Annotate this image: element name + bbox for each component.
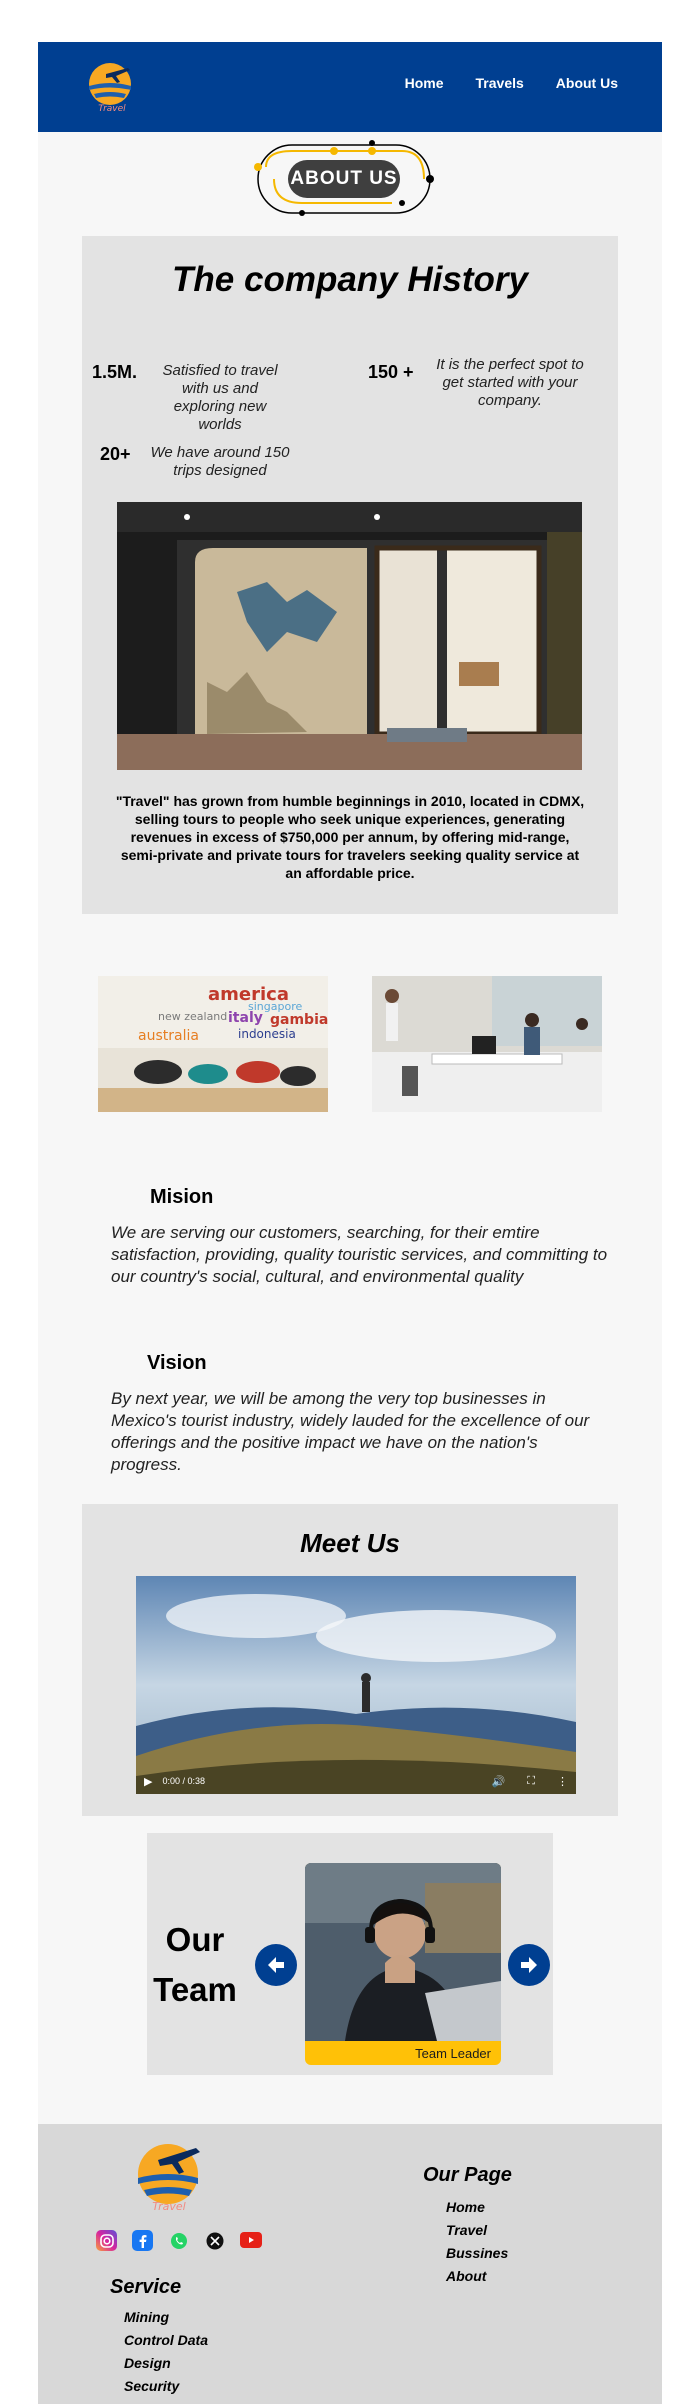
stat-text: Satisfied to travel with us and explorin…	[162, 362, 278, 433]
stat-satisfied: 1.5M. Satisfied to travel with us and ex…	[92, 362, 290, 434]
service-link-design[interactable]: Design	[124, 2352, 208, 2375]
travel-lounge-photo: america singapore new zealand italy gamb…	[98, 976, 328, 1112]
team-member-role: Team Leader	[415, 2046, 491, 2061]
x-icon[interactable]	[204, 2230, 225, 2251]
footer-link-about[interactable]: About	[446, 2265, 508, 2288]
service-links: Mining Control Data Design Security	[124, 2306, 208, 2398]
logo-text: Travel	[98, 104, 126, 114]
footer-link-home[interactable]: Home	[446, 2196, 508, 2219]
footer: Travel Our Page Home Travel Bussines Abo…	[38, 2124, 662, 2404]
about-us-label: ABOUT US	[288, 160, 400, 198]
arrow-left-icon	[268, 1957, 284, 1973]
nav-about-link[interactable]: About Us	[556, 75, 618, 91]
meet-us-section: Meet Us ▶ 0:00 / 0:38 🔊 ⛶ ⋮	[82, 1504, 618, 1816]
meet-us-title: Meet Us	[300, 1528, 400, 1558]
team-member-photo	[305, 1863, 501, 2041]
history-description: "Travel" has grown from humble beginning…	[115, 793, 585, 881]
page: Travel Home Travels About Us ABOUT US Th…	[38, 42, 662, 2404]
nav-links: Home Travels About Us	[405, 75, 618, 91]
nav-home-link[interactable]: Home	[405, 75, 444, 91]
footer-link-travel[interactable]: Travel	[446, 2219, 508, 2242]
video-player[interactable]: ▶ 0:00 / 0:38 🔊 ⛶ ⋮	[136, 1576, 576, 1794]
service-link-control-data[interactable]: Control Data	[124, 2329, 208, 2352]
footer-travel-logo[interactable]: Travel	[134, 2140, 204, 2214]
team-title-line2: Team	[153, 1971, 237, 2008]
team-title: Our Team	[147, 1915, 243, 2015]
social-links	[96, 2230, 262, 2251]
more-options-icon[interactable]: ⋮	[557, 1775, 568, 1788]
instagram-icon[interactable]	[96, 2230, 117, 2251]
vision-title: Vision	[147, 1352, 207, 1374]
office-storefront-photo	[117, 502, 582, 770]
our-team-section: Our Team Team Leader	[147, 1833, 553, 2075]
service-link-security[interactable]: Security	[124, 2375, 208, 2398]
svg-text:italy: italy	[228, 1010, 263, 1026]
nav-travels-link[interactable]: Travels	[476, 75, 524, 91]
office-workspace-photo	[372, 976, 602, 1112]
history-title: The company History	[172, 260, 528, 299]
top-navbar: Travel Home Travels About Us	[38, 42, 662, 132]
footer-link-bussines[interactable]: Bussines	[446, 2242, 508, 2265]
service-title: Service	[110, 2276, 182, 2298]
next-member-button[interactable]	[508, 1944, 550, 1986]
service-link-mining[interactable]: Mining	[124, 2306, 208, 2329]
video-controls: ▶ 0:00 / 0:38 🔊 ⛶ ⋮	[136, 1768, 576, 1794]
mission-title: Mision	[150, 1186, 214, 1208]
stat-text: It is the perfect spot to get started wi…	[436, 356, 584, 409]
fullscreen-icon[interactable]: ⛶	[527, 1775, 535, 1788]
arrow-right-icon	[521, 1957, 537, 1973]
our-page-title: Our Page	[423, 2164, 512, 2186]
facebook-icon[interactable]	[132, 2230, 153, 2251]
whatsapp-icon[interactable]	[168, 2230, 189, 2251]
footer-logo-text: Travel	[152, 2200, 185, 2213]
mission-text: We are serving our customers, searching,…	[111, 1223, 608, 1286]
svg-text:australia: australia	[138, 1028, 199, 1044]
team-title-line1: Our	[165, 1921, 225, 1958]
video-time: 0:00 / 0:38	[162, 1776, 206, 1786]
company-history-section: The company History 1.5M. Satisfied to t…	[82, 236, 618, 914]
svg-text:gambia: gambia	[270, 1012, 328, 1028]
prev-member-button[interactable]	[255, 1944, 297, 1986]
our-page-links: Home Travel Bussines About	[446, 2196, 508, 2288]
youtube-icon[interactable]	[240, 2232, 262, 2248]
vision-text: By next year, we will be among the very …	[111, 1389, 590, 1474]
stat-text: We have around 150 trips designed	[150, 444, 290, 479]
stat-company: 150 + It is the perfect spot to get star…	[368, 356, 594, 410]
about-us-badge: ABOUT US	[252, 139, 436, 219]
stat-number: 1.5M.	[92, 362, 138, 382]
svg-text:indonesia: indonesia	[238, 1027, 296, 1041]
stat-number: 20+	[100, 444, 131, 464]
volume-icon[interactable]: 🔊	[492, 1775, 506, 1788]
travel-logo[interactable]: Travel	[86, 60, 138, 114]
stat-trips: 20+ We have around 150 trips designed	[100, 444, 290, 480]
team-member-card[interactable]: Team Leader	[305, 1863, 501, 2065]
svg-text:new zealand: new zealand	[158, 1010, 227, 1023]
play-icon[interactable]: ▶	[144, 1775, 152, 1788]
stat-number: 150 +	[368, 362, 414, 382]
